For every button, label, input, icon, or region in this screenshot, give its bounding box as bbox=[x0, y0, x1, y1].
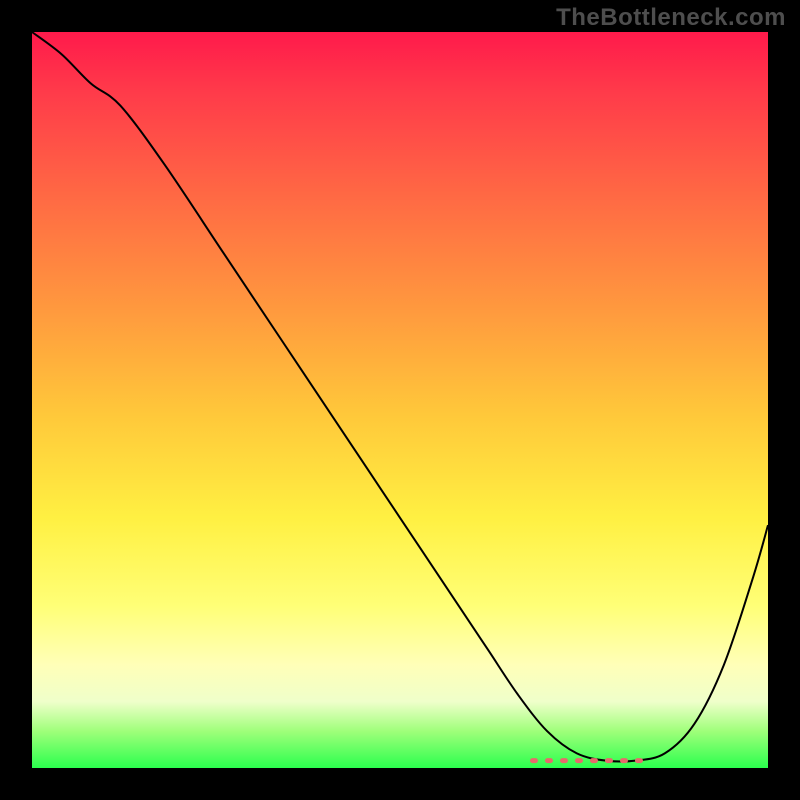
curve-svg bbox=[32, 32, 768, 768]
bottleneck-curve bbox=[32, 32, 768, 762]
chart-frame: TheBottleneck.com bbox=[0, 0, 800, 800]
watermark-text: TheBottleneck.com bbox=[556, 4, 786, 32]
plot-area bbox=[32, 32, 768, 768]
